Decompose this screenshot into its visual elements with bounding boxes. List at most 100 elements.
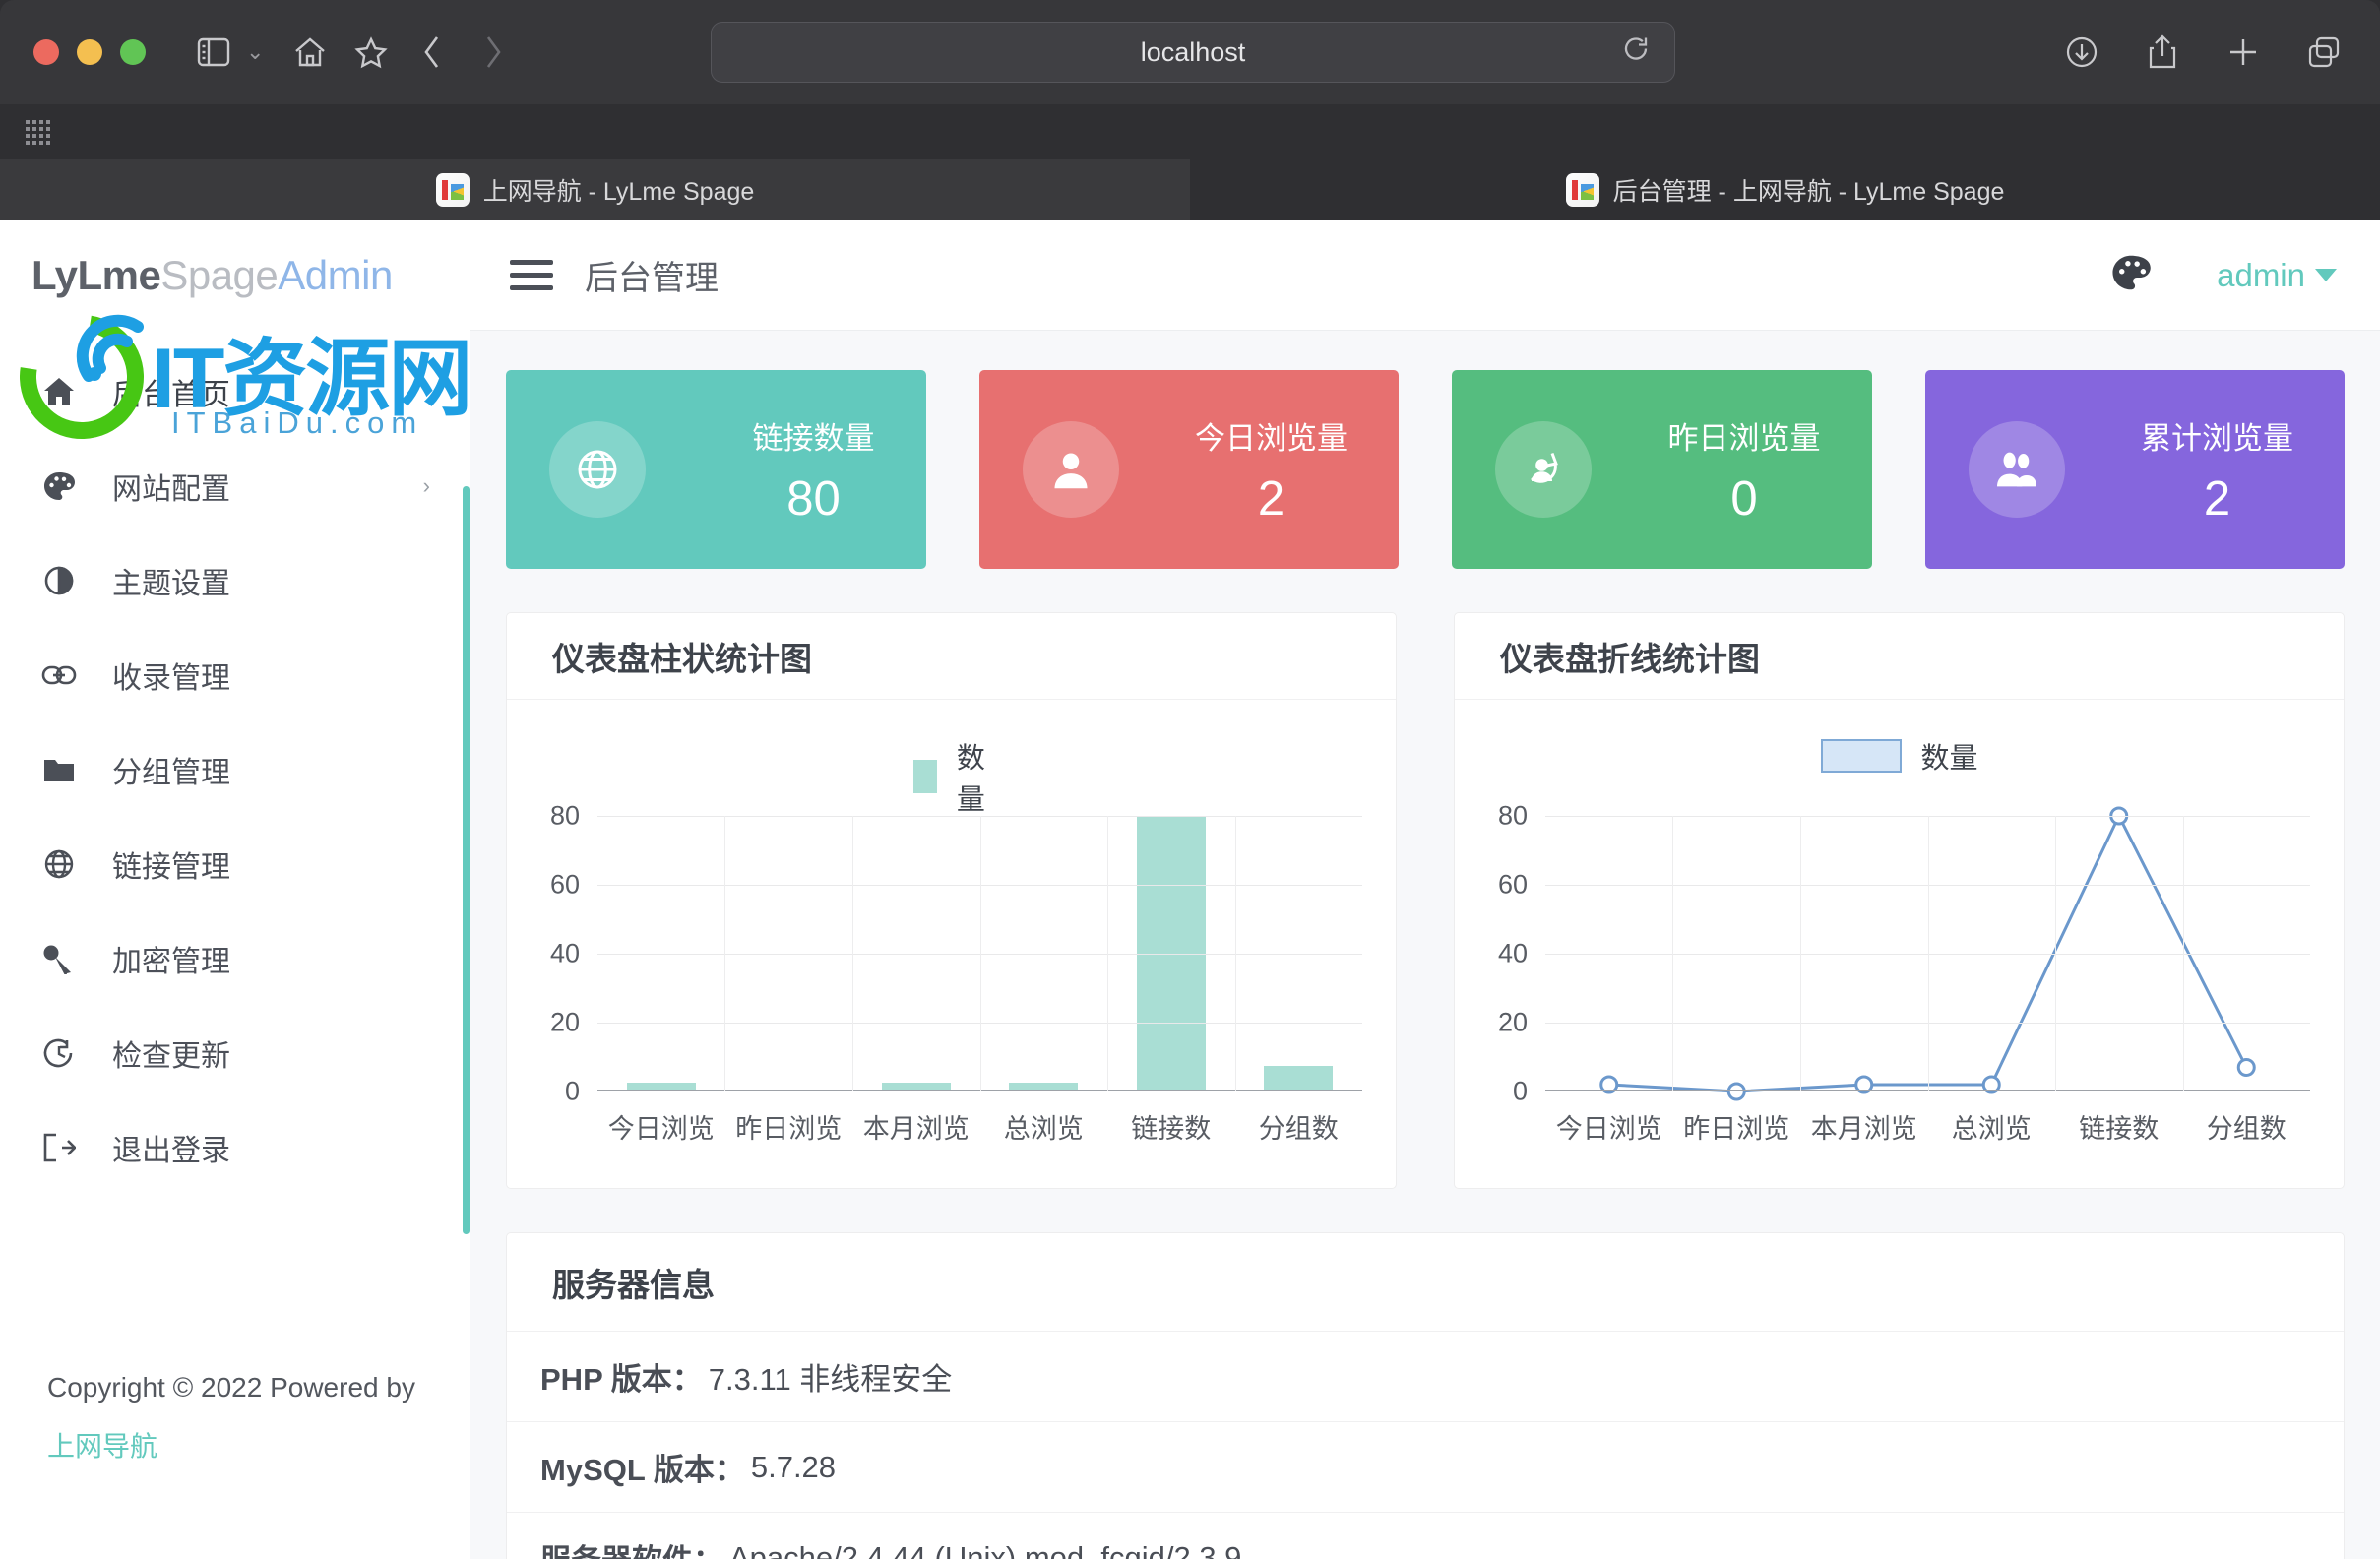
data-point[interactable] (2236, 1058, 2256, 1077)
sidebar-item-links[interactable]: 链接管理 (0, 817, 470, 911)
sidebar-icon[interactable] (191, 30, 236, 75)
brand-logo[interactable]: LyLmeSpageAdmin (0, 220, 470, 331)
server-info-panel: 服务器信息 PHP 版本： 7.3.11 非线程安全 MySQL 版本： 5.7… (506, 1232, 2345, 1559)
server-info-title: 服务器信息 (552, 1266, 715, 1303)
y-tick-label: 20 (549, 1007, 580, 1037)
bar[interactable] (1009, 1083, 1079, 1090)
line-chart-legend[interactable]: 数量 (1820, 735, 1978, 777)
palette-icon (39, 470, 79, 502)
address-bar[interactable]: localhost (711, 22, 1675, 83)
app-grid-icon[interactable] (26, 119, 50, 145)
link-icon (39, 663, 79, 687)
stat-card-links[interactable]: 链接数量 80 (506, 370, 926, 569)
vertical-gridline (1927, 816, 1929, 1091)
stat-label: 昨日浏览量 (1667, 420, 1821, 456)
stat-card-yesterday-views[interactable]: 昨日浏览量 0 (1452, 370, 1872, 569)
x-tick-label: 总浏览 (1951, 1114, 2032, 1144)
stat-value: 80 (786, 471, 841, 526)
bar[interactable] (626, 1083, 696, 1090)
star-icon[interactable] (348, 30, 394, 75)
stat-card-total-views[interactable]: 累计浏览量 2 (1924, 370, 2345, 569)
sidebar-item-theme[interactable]: 主题设置 (0, 533, 470, 628)
bar-chart-legend[interactable]: 数量 (912, 735, 989, 818)
palette-icon[interactable] (2110, 253, 2152, 297)
bar[interactable] (1136, 816, 1206, 1090)
bar[interactable] (1264, 1065, 1334, 1090)
minimize-window-button[interactable] (77, 39, 102, 65)
logout-icon (39, 1132, 79, 1163)
x-tick-label: 链接数 (1131, 1114, 1212, 1144)
home-icon[interactable] (287, 30, 333, 75)
globe-icon (39, 848, 79, 880)
favicon-icon (1565, 173, 1599, 207)
header-actions: admin (2110, 253, 2337, 297)
server-row-label: PHP 版本： (540, 1362, 703, 1397)
bar-chart-body: 数量 今日浏览 昨日浏览 本月浏览 总浏览 链接数 分组数 0 20 40 60 80 (507, 700, 1396, 1188)
bar-chart-panel: 仪表盘柱状统计图 数量 今日浏览 昨日浏览 本月浏览 总浏览 链接数 分组数 0… (506, 612, 1397, 1189)
bar-cell[interactable] (1235, 816, 1363, 1090)
bar-cell[interactable] (980, 816, 1108, 1090)
x-tick-label: 链接数 (2079, 1114, 2160, 1144)
sidebar-item-update[interactable]: 检查更新 (0, 1006, 470, 1100)
share-icon[interactable] (2140, 30, 2185, 75)
hamburger-icon[interactable] (510, 260, 553, 290)
folder-icon (39, 756, 79, 783)
bar-chart-header: 仪表盘柱状统计图 (507, 613, 1396, 700)
y-tick-label: 40 (1497, 938, 1528, 968)
bar[interactable] (881, 1083, 951, 1090)
users-icon (1968, 421, 2065, 518)
sidebar-item-logout[interactable]: 退出登录 (0, 1100, 470, 1195)
y-tick-label: 60 (1497, 869, 1528, 900)
bar-plot-area: 今日浏览 昨日浏览 本月浏览 总浏览 链接数 分组数 0 20 40 60 80 (550, 801, 1363, 1144)
sidebar-item-encrypt[interactable]: 加密管理 (0, 911, 470, 1006)
x-tick-labels: 今日浏览 昨日浏览 本月浏览 总浏览 链接数 分组数 (597, 1107, 1362, 1146)
download-icon[interactable] (2059, 30, 2104, 75)
page-content: LyLmeSpageAdmin 后台首页 网站配置 › 主题设置 收录管理 分组… (0, 220, 2380, 1559)
bar-cell[interactable] (725, 816, 853, 1090)
reload-icon[interactable] (1621, 34, 1651, 71)
stat-label: 累计浏览量 (2141, 420, 2293, 456)
x-tick-label: 昨日浏览 (1683, 1114, 1790, 1144)
bar-cell[interactable] (1107, 816, 1235, 1090)
stat-value: 2 (1257, 471, 1285, 526)
bar-cell[interactable] (852, 816, 980, 1090)
user-icon (1022, 421, 1119, 518)
vertical-gridline (2182, 816, 2184, 1091)
sidebar-item-groups[interactable]: 分组管理 (0, 722, 470, 817)
x-tick-label: 昨日浏览 (735, 1114, 843, 1144)
sidebar-scrollbar[interactable] (463, 486, 470, 1234)
data-point[interactable] (1726, 1082, 1746, 1101)
footer-link[interactable]: 上网导航 (47, 1425, 470, 1465)
chevron-down-icon[interactable]: ⌄ (246, 39, 264, 65)
legend-label: 数量 (956, 743, 985, 816)
browser-tab-2[interactable]: 后台管理 - 上网导航 - LyLme Spage (1190, 159, 2380, 220)
bar-cell[interactable] (597, 816, 725, 1090)
back-chevron-icon[interactable] (409, 30, 455, 75)
tab-overview-icon[interactable] (2301, 30, 2347, 75)
vertical-gridline (1672, 816, 1674, 1091)
close-window-button[interactable] (33, 39, 59, 65)
vertical-gridline (2054, 816, 2056, 1091)
sidebar-item-dashboard[interactable]: 后台首页 (0, 344, 470, 439)
stat-value: 2 (2203, 471, 2231, 526)
chart-panels: 仪表盘柱状统计图 数量 今日浏览 昨日浏览 本月浏览 总浏览 链接数 分组数 0… (506, 612, 2345, 1189)
window-controls[interactable] (33, 39, 146, 65)
refresh-clock-icon (39, 1037, 79, 1069)
stat-card-today-views[interactable]: 今日浏览量 2 (978, 370, 1399, 569)
forward-chevron-icon[interactable] (470, 30, 516, 75)
sidebar-item-label: 网站配置 (112, 473, 230, 506)
x-tick-label: 分组数 (2206, 1114, 2286, 1144)
sidebar: LyLmeSpageAdmin 后台首页 网站配置 › 主题设置 收录管理 分组… (0, 220, 470, 1559)
user-menu[interactable]: admin (2217, 257, 2337, 294)
bar-chart-title: 仪表盘柱状统计图 (552, 640, 812, 677)
y-tick-label: 80 (1497, 800, 1528, 831)
plus-icon[interactable] (2221, 30, 2266, 75)
browser-tab-1[interactable]: 上网导航 - LyLme Spage (0, 159, 1190, 220)
sidebar-item-collect[interactable]: 收录管理 (0, 628, 470, 722)
main-content: 链接数量 80 今日浏览量 2 昨日浏览量 0 累计浏览量 2 仪表盘柱状统计图… (470, 331, 2380, 1559)
maximize-window-button[interactable] (120, 39, 146, 65)
sidebar-item-site-config[interactable]: 网站配置 › (0, 439, 470, 533)
key-icon (39, 943, 79, 974)
x-tick-label: 本月浏览 (862, 1114, 970, 1144)
sidebar-item-label: 加密管理 (112, 946, 230, 978)
